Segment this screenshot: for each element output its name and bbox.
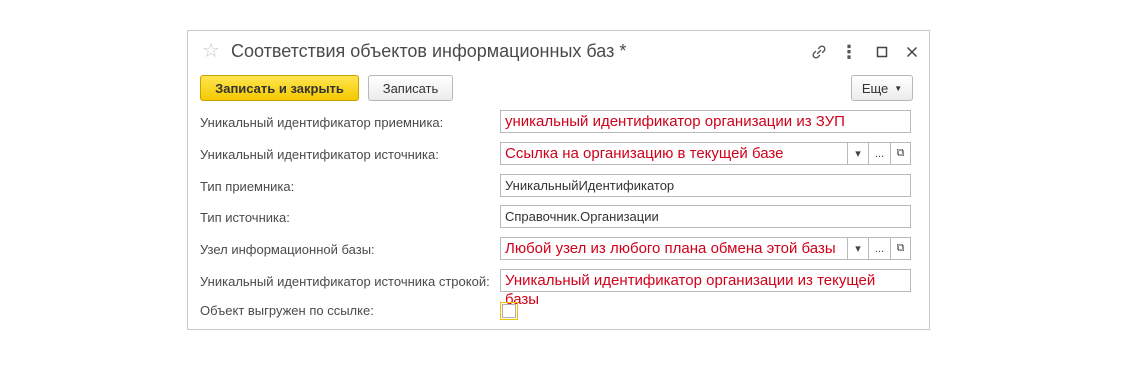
save-and-close-button[interactable]: Записать и закрыть	[200, 75, 359, 101]
source-type-value: Справочник.Организации	[505, 209, 659, 224]
receiver-type-value: УникальныйИдентификатор	[505, 178, 675, 193]
title-bar: ☆ Соответствия объектов информационных б…	[188, 31, 929, 73]
source-uid-open-icon[interactable]: ⧉	[891, 142, 911, 165]
link-icon[interactable]	[809, 41, 829, 63]
window-title: Соответствия объектов информационных баз…	[231, 41, 627, 61]
source-uid-label: Уникальный идентификатор источника:	[200, 147, 439, 162]
receiver-uid-value: уникальный идентификатор организации из …	[505, 113, 845, 130]
source-uid-dropdown-button[interactable]: ▾	[847, 142, 869, 165]
source-uid-string-value: Уникальный идентификатор организации из …	[505, 272, 876, 308]
source-type-input[interactable]: Справочник.Организации	[500, 205, 911, 228]
receiver-type-input[interactable]: УникальныйИдентификатор	[500, 174, 911, 197]
form-window: ☆ Соответствия объектов информационных б…	[187, 30, 930, 330]
star-icon[interactable]: ☆	[202, 39, 220, 63]
chevron-down-icon: ▼	[894, 83, 903, 93]
receiver-uid-input[interactable]: уникальный идентификатор организации из …	[500, 110, 911, 133]
exported-by-ref-checkbox[interactable]	[500, 302, 518, 320]
infobase-node-value: Любой узел из любого плана обмена этой б…	[505, 240, 836, 257]
more-menu-button[interactable]: Еще ▼	[851, 75, 913, 101]
receiver-uid-label: Уникальный идентификатор приемника:	[200, 115, 444, 130]
close-icon[interactable]	[902, 41, 922, 63]
source-uid-select-button[interactable]: ...	[869, 142, 891, 165]
source-uid-string-input[interactable]: Уникальный идентификатор организации из …	[500, 269, 911, 308]
save-button[interactable]: Записать	[368, 75, 453, 101]
more-vertical-icon[interactable]: ⋮	[839, 41, 859, 63]
infobase-node-select-button[interactable]: ...	[869, 237, 891, 260]
source-uid-string-label: Уникальный идентификатор источника строк…	[200, 274, 490, 289]
infobase-node-open-icon[interactable]: ⧉	[891, 237, 911, 260]
receiver-type-label: Тип приемника:	[200, 179, 295, 194]
source-uid-input[interactable]: Ссылка на организацию в текущей базе	[500, 142, 857, 165]
infobase-node-dropdown-button[interactable]: ▾	[847, 237, 869, 260]
source-type-label: Тип источника:	[200, 210, 290, 225]
more-menu-label: Еще	[861, 80, 889, 96]
source-uid-value: Ссылка на организацию в текущей базе	[505, 145, 784, 162]
infobase-node-input[interactable]: Любой узел из любого плана обмена этой б…	[500, 237, 857, 260]
maximize-icon[interactable]	[872, 41, 892, 63]
exported-by-ref-label: Объект выгружен по ссылке:	[200, 303, 374, 318]
infobase-node-label: Узел информационной базы:	[200, 242, 375, 257]
